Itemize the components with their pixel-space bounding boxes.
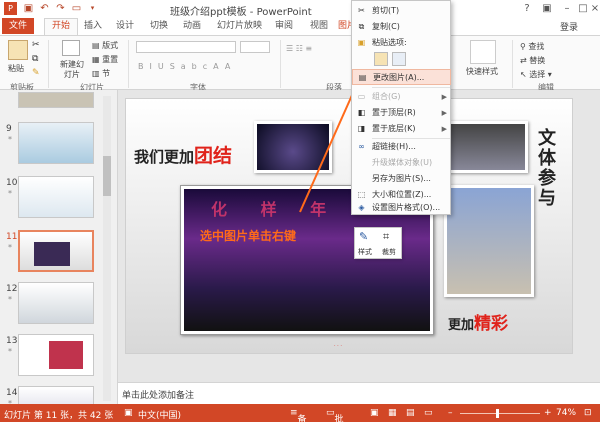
normal-view-icon[interactable]: ▣ [370,408,379,418]
mini-style-button[interactable]: 样式 [358,247,372,257]
mini-crop-button[interactable]: 裁剪 [382,247,396,257]
fit-slide-icon[interactable]: ⊡ [584,408,592,418]
comments-toggle-button[interactable]: ▭ 批注 [326,408,344,422]
zoom-slider-handle[interactable] [496,409,499,418]
change-picture-icon: ▤ [358,73,367,82]
paste-icon: ▣ [357,38,366,47]
menu-bring-to-front[interactable]: ◧ 置于顶层(R) ▶ [352,105,451,121]
status-language-icon[interactable]: ▣ [124,408,133,418]
menu-change-picture[interactable]: ▤ 更改图片(A)... [352,69,451,85]
menu-paste-options: ▣ 粘贴选项: [357,38,407,47]
zoom-slider[interactable] [460,413,540,414]
hyperlink-icon: ∞ [358,142,365,151]
notes-pane[interactable]: 单击此处添加备注 [118,382,600,404]
submenu-arrow-icon: ▶ [441,109,447,117]
copy-icon: ⧉ [358,22,365,31]
zoom-in-icon[interactable]: + [544,408,552,418]
slideshow-view-icon[interactable]: ▭ [424,408,433,418]
status-slide-info: 幻灯片 第 11 张，共 42 张 [4,411,114,421]
notes-placeholder: 单击此处添加备注 [122,391,195,401]
mini-toolbar: ✎ ⌗ 样式 裁剪 [354,227,402,259]
menu-format-picture[interactable]: ◈ 设置图片格式(O)... [352,201,451,215]
context-menu: ✂ 剪切(T) ⧉ 复制(C) ▣ 粘贴选项: ▤ 更改图片(A)... ▭ 组合(G) ▶… [351,0,451,215]
size-position-icon: ⬚ [357,190,366,199]
format-picture-icon: ◈ [358,203,365,212]
zoom-out-icon[interactable]: – [448,408,453,418]
menu-save-as-picture[interactable]: 另存为图片(S)... [352,171,451,187]
menu-send-to-back[interactable]: ◨ 置于底层(K) ▶ [352,121,451,137]
notes-toggle-button[interactable]: ≡ 备注 [290,408,307,422]
slide-sorter-icon[interactable]: ▦ [388,408,397,418]
paste-keep-format-icon[interactable] [374,52,388,66]
status-language[interactable]: 中文(中国) [138,408,181,421]
bring-front-icon: ◧ [357,108,366,117]
menu-group[interactable]: ▭ 组合(G) ▶ [352,89,451,105]
cut-icon: ✂ [358,6,365,15]
menu-cut[interactable]: ✂ 剪切(T) [352,3,451,19]
send-back-icon: ◨ [357,124,366,133]
picture-style-icon[interactable]: ✎ [359,230,368,243]
menu-separator [372,87,450,88]
status-bar: 幻灯片 第 11 张，共 42 张 ▣ 中文(中国) ≡ 备注 ▭ 批注 ▣ ▦… [0,404,600,422]
zoom-level[interactable]: 74% [556,408,576,418]
submenu-arrow-icon: ▶ [441,93,447,101]
menu-upgrade-media[interactable]: 升级媒体对象(U) [352,155,451,171]
reading-view-icon[interactable]: ▤ [406,408,415,418]
annotation-arrow [299,70,365,213]
group-icon: ▭ [357,92,366,101]
menu-hyperlink[interactable]: ∞ 超链接(H)... [352,139,451,155]
crop-icon[interactable]: ⌗ [383,230,389,244]
menu-copy[interactable]: ⧉ 复制(C) [352,19,451,35]
submenu-arrow-icon: ▶ [441,125,447,133]
paste-picture-icon[interactable] [392,52,406,66]
